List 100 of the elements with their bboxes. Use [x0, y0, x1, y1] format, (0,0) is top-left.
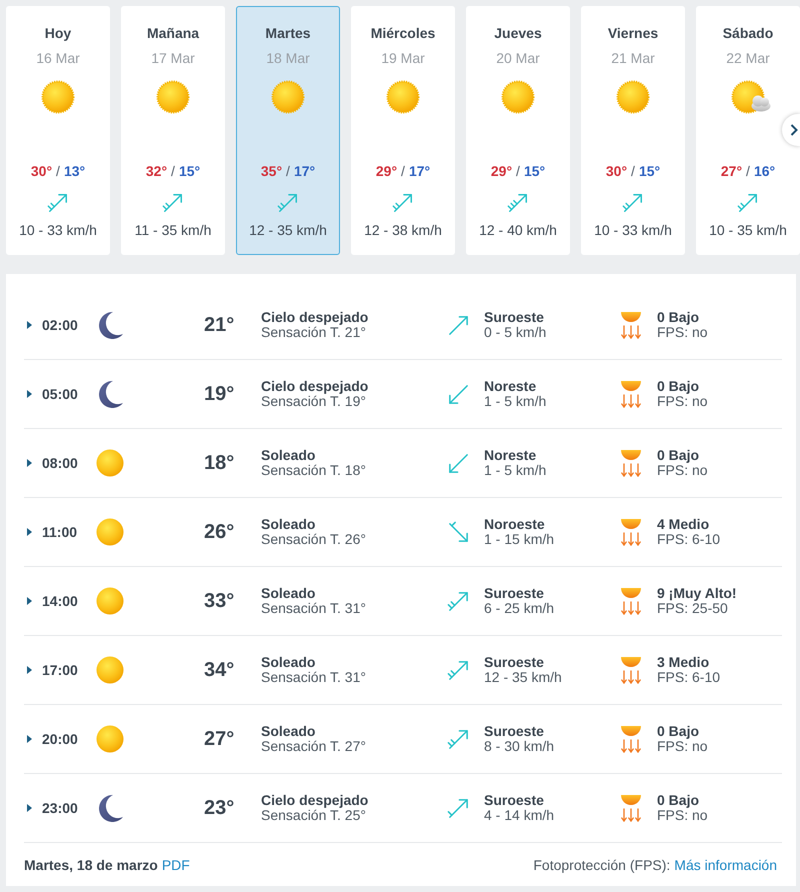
temp-separator: /	[746, 163, 750, 179]
wind-speed: 4 - 14 km/h	[484, 808, 554, 823]
wind-speed: 12 - 35 km/h	[249, 222, 327, 238]
uv-sun-icon	[620, 518, 642, 546]
wind-arrow-icon	[162, 192, 184, 214]
hour-temp: 27°	[204, 728, 236, 750]
caret-icon[interactable]	[27, 528, 32, 536]
wind-direction: Noreste	[484, 448, 536, 463]
chevron-right-icon	[790, 124, 798, 136]
wind-arrow-icon	[622, 192, 644, 214]
wind-arrow-icon	[447, 658, 470, 682]
condition-text: Soleado	[261, 448, 316, 463]
wind-direction: Suroeste	[484, 724, 544, 739]
wind-arrow-icon	[447, 728, 470, 750]
uv-index: 0 Bajo	[657, 793, 700, 808]
uv-index: 9 ¡Muy Alto!	[657, 586, 737, 601]
temp-separator: /	[286, 163, 290, 179]
wind-direction: Suroeste	[484, 655, 544, 670]
uv-index: 0 Bajo	[657, 310, 700, 325]
high-temp: 29°	[376, 163, 398, 179]
day-card[interactable]: Viernes 21 Mar 30° / 15° 10 - 33 km/h	[581, 6, 685, 255]
day-card[interactable]: Jueves 20 Mar 29° / 15° 12 - 40 km/h	[466, 6, 570, 255]
day-card[interactable]: Miércoles 19 Mar 29° / 17° 12 - 38 km/h	[351, 6, 455, 255]
uv-index: 3 Medio	[657, 655, 710, 670]
hour-time: 23:00	[42, 800, 79, 816]
sun-icon	[271, 80, 305, 114]
sun-icon	[96, 587, 124, 615]
feels-like-text: Sensación T. 31°	[261, 601, 366, 616]
feels-like-text: Sensación T. 26°	[261, 532, 366, 547]
fps-text: FPS: 6-10	[657, 532, 720, 547]
hour-temp: 18°	[204, 452, 236, 474]
wind-speed: 1 - 5 km/h	[484, 463, 546, 478]
hour-time: 05:00	[42, 386, 79, 402]
fps-text: FPS: no	[657, 325, 708, 340]
low-temp: 13°	[64, 163, 86, 179]
more-info-link[interactable]: Más información	[674, 856, 777, 872]
feels-like-text: Sensación T. 25°	[261, 808, 366, 823]
moon-icon	[96, 311, 124, 339]
wind-arrow-icon	[47, 192, 69, 214]
high-temp: 27°	[720, 163, 742, 179]
sun-icon	[96, 518, 124, 546]
uv-sun-icon	[620, 449, 642, 477]
hour-time: 11:00	[42, 524, 78, 540]
caret-icon[interactable]	[27, 666, 32, 674]
wind-speed: 1 - 15 km/h	[484, 532, 554, 547]
sun-icon	[96, 656, 124, 684]
uv-sun-icon	[620, 725, 642, 753]
condition-text: Soleado	[261, 517, 316, 532]
wind-speed: 10 - 33 km/h	[594, 222, 672, 238]
wind-arrow-icon	[737, 192, 759, 214]
wind-arrow-icon	[447, 382, 470, 406]
caret-icon[interactable]	[27, 321, 32, 329]
low-temp: 17°	[408, 163, 430, 179]
hour-temp: 33°	[204, 590, 236, 612]
hour-time: 20:00	[42, 731, 79, 747]
wind-speed: 11 - 35 km/h	[134, 222, 212, 238]
date-label: Martes, 18 de marzo	[24, 856, 158, 872]
pdf-link[interactable]: PDF	[162, 856, 190, 872]
temp-separator: /	[171, 163, 175, 179]
day-card[interactable]: Sábado 22 Mar 27° / 16° 10 - 35 km/h	[696, 6, 800, 255]
feels-like-text: Sensación T. 19°	[261, 394, 366, 409]
uv-sun-icon	[620, 587, 642, 615]
day-name: Hoy	[44, 25, 72, 41]
day-card[interactable]: Martes 18 Mar 35° / 17° 12 - 35 km/h	[236, 6, 340, 255]
day-date: 17 Mar	[151, 50, 195, 66]
wind-arrow-icon	[447, 452, 470, 474]
sun-icon	[386, 80, 420, 114]
condition-text: Soleado	[261, 655, 316, 670]
sun-icon	[156, 80, 190, 114]
wind-speed: 12 - 38 km/h	[364, 222, 442, 238]
hour-temp: 23°	[204, 796, 236, 820]
sun-icon	[96, 449, 124, 477]
condition-text: Cielo despejado	[261, 310, 368, 325]
caret-icon[interactable]	[27, 735, 32, 743]
caret-icon[interactable]	[27, 804, 32, 812]
condition-text: Cielo despejado	[261, 793, 368, 808]
day-card[interactable]: Hoy 16 Mar 30° / 13° 10 - 33 km/h	[6, 6, 110, 255]
caret-icon[interactable]	[27, 597, 32, 605]
temp-separator: /	[56, 163, 60, 179]
high-temp: 30°	[606, 163, 628, 179]
day-card[interactable]: Mañana 17 Mar 32° / 15° 11 - 35 km/h	[121, 6, 225, 255]
fps-text: FPS: no	[657, 394, 708, 409]
sun-icon	[616, 80, 650, 114]
day-name: Mañana	[146, 25, 200, 41]
caret-icon[interactable]	[27, 459, 32, 467]
day-name: Viernes	[608, 25, 658, 41]
wind-speed: 1 - 5 km/h	[484, 394, 546, 409]
wind-speed: 12 - 40 km/h	[479, 222, 557, 238]
high-temp: 32°	[146, 163, 168, 179]
temp-separator: /	[631, 163, 635, 179]
hour-time: 17:00	[42, 662, 79, 678]
wind-speed: 12 - 35 km/h	[484, 670, 562, 685]
moon-icon	[96, 380, 124, 408]
day-date: 16 Mar	[36, 50, 80, 66]
hour-temp: 26°	[204, 520, 236, 544]
hour-temp: 34°	[204, 658, 236, 682]
wind-direction: Suroeste	[484, 586, 544, 601]
fps-text: FPS: no	[657, 739, 708, 754]
caret-icon[interactable]	[27, 390, 32, 398]
hour-temp: 19°	[204, 382, 236, 406]
